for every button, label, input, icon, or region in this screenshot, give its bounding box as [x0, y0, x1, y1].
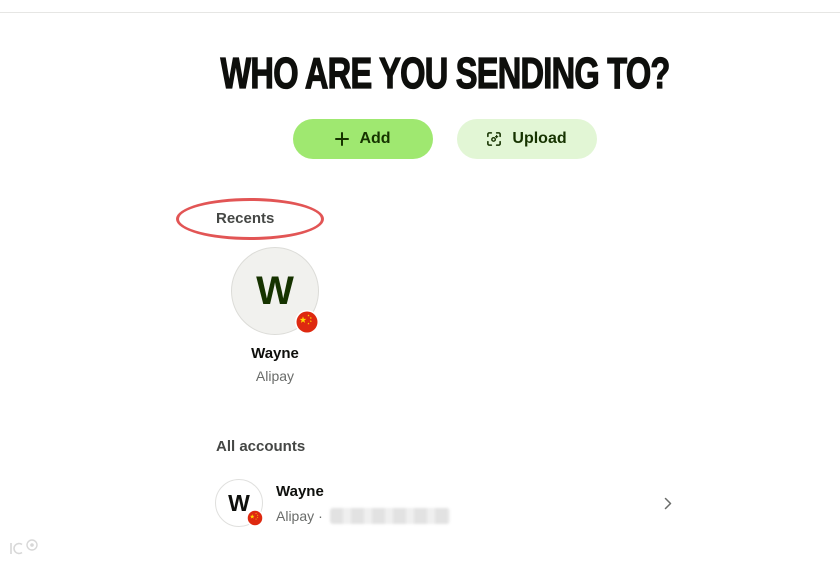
- account-separator: ·: [318, 508, 323, 524]
- add-button-label: Add: [359, 130, 391, 147]
- all-accounts-heading: All accounts: [216, 438, 306, 455]
- upload-button[interactable]: Upload: [457, 119, 597, 159]
- redacted-account-number: [330, 508, 450, 524]
- account-details: Alipay ·: [276, 507, 323, 525]
- page-title: WHO ARE YOU SENDING TO?: [220, 49, 671, 98]
- recents-heading: Recents: [216, 210, 275, 227]
- recent-contact-provider: Alipay: [255, 368, 295, 384]
- plus-icon: [335, 132, 350, 146]
- account-name: Wayne: [276, 483, 324, 500]
- recent-contact-name: Wayne: [251, 345, 299, 362]
- list-item[interactable]: W Wayne Alipay ·: [205, 471, 685, 535]
- recent-contact-card[interactable]: W Wayne Alipay: [200, 245, 350, 387]
- china-flag-icon: [246, 509, 264, 527]
- china-flag-icon: [295, 310, 319, 334]
- add-button[interactable]: Add: [293, 119, 433, 159]
- avatar-initial: W: [256, 269, 294, 313]
- watermark-logo: [10, 539, 38, 555]
- account-provider: Alipay: [276, 508, 315, 524]
- upload-button-label: Upload: [512, 130, 567, 147]
- send-recipient-page: WHO ARE YOU SENDING TO? Add Upload Recen…: [0, 0, 840, 564]
- scan-icon: [487, 132, 502, 146]
- chevron-right-icon: [664, 497, 672, 510]
- top-divider: [0, 12, 840, 13]
